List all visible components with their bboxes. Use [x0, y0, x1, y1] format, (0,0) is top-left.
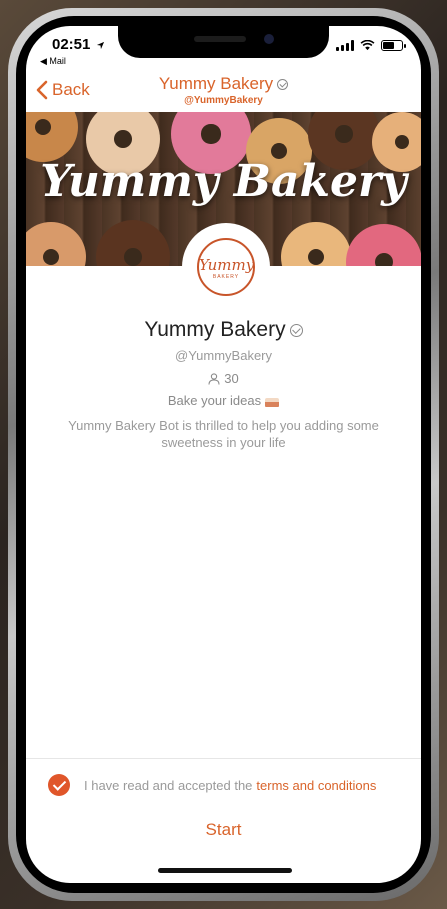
start-button[interactable]: Start [26, 820, 421, 840]
navigation-bar: Back Yummy Bakery @YummyBakery [26, 72, 421, 112]
terms-link[interactable]: terms and conditions [256, 778, 376, 793]
notch [118, 26, 329, 58]
back-to-app-link[interactable]: ◀ Mail [40, 56, 66, 67]
nav-title-handle: @YummyBakery [184, 95, 263, 106]
donut-image [26, 222, 86, 266]
profile-info: Yummy Bakery @YummyBakery 30 Bake your i… [26, 318, 421, 451]
front-camera [264, 34, 274, 44]
cellular-signal-icon [336, 40, 354, 51]
verified-icon [289, 323, 303, 337]
avatar-logo: Yummy BAKERY [197, 238, 255, 296]
tagline-text: Bake your ideas [167, 393, 262, 408]
profile-name: Yummy Bakery [144, 318, 286, 341]
location-arrow-icon [96, 41, 105, 50]
donut-image [346, 224, 421, 266]
footer-divider [26, 758, 421, 759]
terms-text: I have read and accepted the [84, 777, 253, 793]
avatar-logo-subtext: BAKERY [212, 274, 240, 280]
terms-checkbox[interactable] [48, 774, 70, 796]
bot-avatar: Yummy BAKERY [185, 226, 267, 308]
status-indicators [336, 40, 406, 51]
banner-title: Yummy Bakery [40, 156, 407, 207]
avatar-logo-text: Yummy [199, 256, 255, 274]
profile-tagline: Bake your ideas [26, 393, 421, 408]
wifi-icon [360, 40, 375, 51]
donut-image [281, 222, 351, 266]
terms-row: I have read and accepted the terms and c… [48, 774, 376, 796]
phone-screen: 02:51 ◀ Mail Back Yummy Bakery @YummyBak… [26, 26, 421, 883]
profile-handle: @YummyBakery [175, 348, 272, 363]
subscriber-count-value: 30 [224, 371, 239, 386]
nav-title: Yummy Bakery @YummyBakery [26, 74, 421, 106]
profile-description: Yummy Bakery Bot is thrilled to help you… [68, 418, 379, 450]
speaker [194, 36, 246, 42]
subscriber-count: 30 [26, 371, 421, 386]
status-time: 02:51 [52, 36, 91, 53]
donut-image [26, 112, 78, 162]
verified-icon [277, 79, 289, 91]
donut-image [96, 220, 170, 266]
nav-title-name: Yummy Bakery [158, 74, 274, 93]
battery-icon [381, 40, 406, 51]
person-icon [208, 372, 220, 385]
home-indicator[interactable] [158, 868, 292, 873]
cake-icon [265, 397, 280, 407]
